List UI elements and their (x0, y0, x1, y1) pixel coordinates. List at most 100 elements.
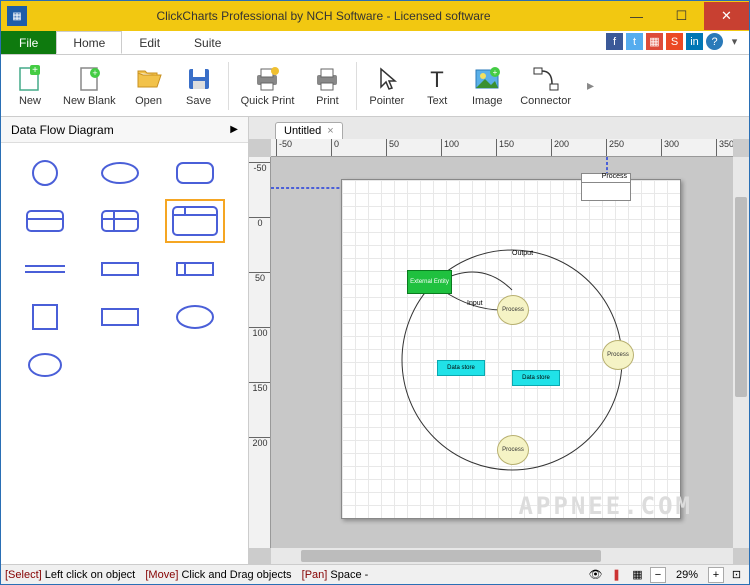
shape-panel-h[interactable] (19, 203, 71, 239)
tab-home[interactable]: Home (56, 31, 122, 54)
scrollbar-horizontal[interactable] (271, 548, 733, 564)
svg-text:Input: Input (467, 300, 483, 307)
tab-suite[interactable]: Suite (177, 31, 238, 54)
linkedin-icon[interactable]: in (686, 33, 703, 50)
magnet-icon[interactable]: ❚ (608, 567, 625, 583)
google-plus-icon[interactable]: ▦ (646, 33, 663, 50)
status-move: [Move] Click and Drag objects (139, 569, 291, 581)
eye-icon[interactable]: 👁 (587, 567, 604, 583)
print-icon (313, 65, 341, 93)
document-tabbar: Untitled × (249, 117, 749, 139)
save-button[interactable]: Save (174, 58, 224, 114)
svg-text:Output: Output (512, 250, 533, 257)
zoom-in-button[interactable]: + (708, 567, 724, 583)
connector-icon (532, 65, 560, 93)
stumbleupon-icon[interactable]: S (666, 33, 683, 50)
shape-panel-grid[interactable] (94, 203, 146, 239)
zoom-level: 29% (670, 569, 704, 581)
node-dragging[interactable]: Process (581, 173, 631, 201)
image-button[interactable]: +Image (462, 58, 512, 114)
document-tab[interactable]: Untitled × (275, 122, 343, 139)
print-button[interactable]: Print (302, 58, 352, 114)
twitter-icon[interactable]: t (626, 33, 643, 50)
file-menu[interactable]: File (1, 31, 56, 54)
shape-ellipse3[interactable] (19, 347, 71, 383)
maximize-button[interactable]: ☐ (659, 2, 704, 30)
open-button[interactable]: Open (124, 58, 174, 114)
svg-text:+: + (93, 68, 98, 78)
close-tab-icon[interactable]: × (327, 125, 333, 137)
node-data-store-1[interactable]: Data store (437, 360, 485, 376)
shape-square[interactable] (19, 299, 71, 335)
status-select: [Select] Left click on object (5, 569, 135, 581)
new-icon: + (16, 65, 44, 93)
canvas-viewport[interactable]: Output Input External Entity Process Pro… (271, 157, 733, 548)
new-blank-button[interactable]: +New Blank (55, 58, 124, 114)
scrollbar-vertical[interactable] (733, 157, 749, 548)
ruler-area: -50 0 50 100 150 200 250 300 350 -50 0 5… (249, 139, 749, 564)
status-pan: [Pan] Space - (296, 569, 369, 581)
sidebar: Data Flow Diagram ▶ (1, 117, 249, 564)
separator (228, 62, 229, 110)
shape-panel-selected[interactable] (169, 203, 221, 239)
help-icon[interactable]: ? (706, 33, 723, 50)
ruler-vertical: -50 0 50 100 150 200 (249, 157, 271, 548)
svg-text:+: + (32, 65, 38, 76)
new-button[interactable]: +New (5, 58, 55, 114)
svg-text:T: T (431, 67, 444, 92)
quick-print-button[interactable]: Quick Print (233, 58, 303, 114)
help-dropdown-icon[interactable]: ▾ (726, 33, 743, 50)
svg-text:+: + (493, 68, 498, 77)
menubar: File Home Edit Suite f t ▦ S in ? ▾ (1, 31, 749, 55)
main-area: Data Flow Diagram ▶ Untitled × (1, 117, 749, 564)
new-blank-icon: + (75, 65, 103, 93)
shape-ellipse2[interactable] (169, 299, 221, 335)
canvas-area: Untitled × -50 0 50 100 150 200 250 300 … (249, 117, 749, 564)
node-process-1[interactable]: Process (497, 295, 529, 325)
page[interactable]: Output Input External Entity Process Pro… (341, 179, 681, 519)
image-icon: + (473, 65, 501, 93)
shape-ellipse[interactable] (94, 155, 146, 191)
close-button[interactable]: ✕ (704, 2, 749, 30)
sidebar-header[interactable]: Data Flow Diagram ▶ (1, 117, 248, 143)
pointer-button[interactable]: Pointer (361, 58, 412, 114)
watermark: APPNEE.COM (519, 492, 694, 520)
titlebar: ▦ ClickCharts Professional by NCH Softwa… (1, 1, 749, 31)
text-icon: T (423, 65, 451, 93)
toolbar-more-button[interactable]: ▸ (579, 58, 602, 114)
text-button[interactable]: TText (412, 58, 462, 114)
zoom-out-button[interactable]: − (650, 567, 666, 583)
statusbar: [Select] Left click on object [Move] Cli… (1, 564, 749, 584)
window-title: ClickCharts Professional by NCH Software… (33, 9, 614, 23)
tab-edit[interactable]: Edit (122, 31, 177, 54)
zoom-fit-icon[interactable]: ⊡ (728, 567, 745, 583)
window-controls: — ☐ ✕ (614, 2, 749, 30)
node-external-entity[interactable]: External Entity (407, 270, 452, 294)
facebook-icon[interactable]: f (606, 33, 623, 50)
shape-palette (1, 143, 248, 395)
open-icon (135, 65, 163, 93)
shape-circle[interactable] (19, 155, 71, 191)
node-process-3[interactable]: Process (497, 435, 529, 465)
app-icon: ▦ (7, 6, 27, 26)
social-icons: f t ▦ S in ? ▾ (606, 33, 743, 50)
sidebar-expand-icon: ▶ (230, 124, 238, 135)
ruler-horizontal: -50 0 50 100 150 200 250 300 350 (271, 139, 733, 157)
node-data-store-2[interactable]: Data store (512, 370, 560, 386)
node-process-2[interactable]: Process (602, 340, 634, 370)
shape-rounded-rect[interactable] (169, 155, 221, 191)
grid-icon[interactable]: ▦ (629, 567, 646, 583)
shape-rect[interactable] (94, 299, 146, 335)
shape-rect-tab[interactable] (169, 251, 221, 287)
minimize-button[interactable]: — (614, 2, 659, 30)
toolbar: +New +New Blank Open Save Quick Print Pr… (1, 55, 749, 117)
document-tab-label: Untitled (284, 125, 321, 137)
shape-hline[interactable] (19, 251, 71, 287)
pointer-icon (373, 65, 401, 93)
connector-button[interactable]: Connector (512, 58, 579, 114)
separator (356, 62, 357, 110)
shape-rect-flat[interactable] (94, 251, 146, 287)
sidebar-title: Data Flow Diagram (11, 123, 114, 137)
quick-print-icon (253, 65, 281, 93)
save-icon (185, 65, 213, 93)
